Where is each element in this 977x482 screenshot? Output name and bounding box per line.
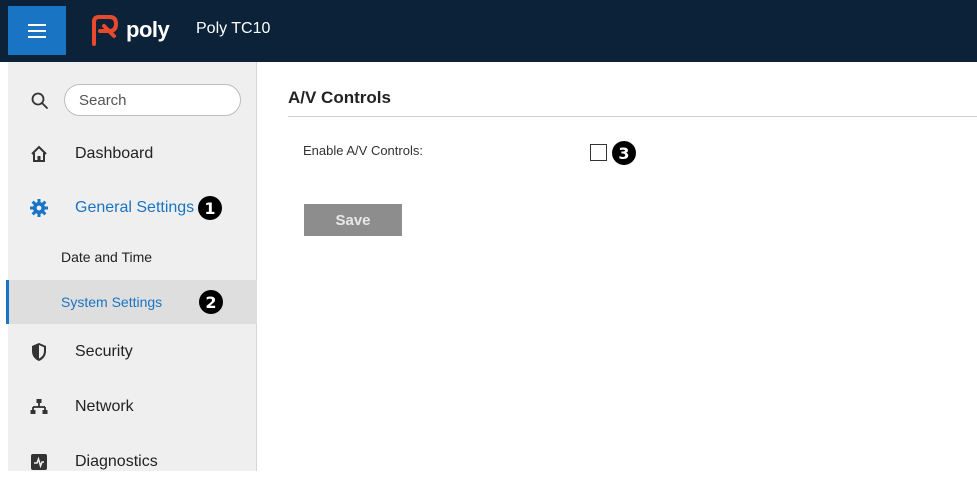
- gear-icon: [28, 197, 50, 219]
- sidebar-item-label: Network: [75, 398, 134, 415]
- sidebar-item-label: General Settings: [75, 199, 195, 216]
- device-name: Poly TC10: [196, 20, 271, 37]
- sidebar-item-general-settings[interactable]: General Settings 1: [8, 188, 257, 228]
- shield-icon: [28, 341, 50, 363]
- diagnostics-icon: [28, 451, 50, 473]
- callout-badge: 1: [198, 196, 222, 220]
- callout-badge: 2: [199, 290, 223, 314]
- sidebar-item-diagnostics[interactable]: Diagnostics: [8, 442, 257, 482]
- save-button[interactable]: Save: [304, 204, 402, 236]
- sidebar-subitem-system-settings[interactable]: System Settings 2: [6, 280, 257, 324]
- callout-badge: 3: [612, 141, 636, 165]
- home-icon: [28, 143, 50, 165]
- sidebar-item-label: Diagnostics: [75, 453, 158, 470]
- search-row: [8, 84, 257, 118]
- sidebar-subitem-label: System Settings: [61, 294, 163, 310]
- network-icon: [28, 396, 50, 418]
- sidebar: Dashboard General Settings 1: [6, 62, 257, 471]
- top-bar: poly Poly TC10: [0, 0, 977, 62]
- divider: [288, 116, 977, 117]
- sidebar-subitem-date-and-time[interactable]: Date and Time: [8, 235, 257, 279]
- sidebar-subitem-label: Date and Time: [61, 249, 153, 265]
- sidebar-item-network[interactable]: Network: [8, 387, 257, 427]
- enable-av-controls-checkbox[interactable]: [590, 144, 607, 161]
- selection-indicator: [6, 280, 9, 324]
- frame-edge: [0, 62, 8, 471]
- search-input[interactable]: [64, 84, 241, 116]
- hamburger-menu-icon: [28, 23, 46, 38]
- poly-logo: poly: [90, 12, 170, 48]
- sidebar-item-security[interactable]: Security: [8, 332, 257, 372]
- sidebar-item-dashboard[interactable]: Dashboard: [8, 134, 257, 174]
- sidebar-item-label: Dashboard: [75, 145, 154, 162]
- poly-logo-mark-icon: [92, 15, 119, 46]
- menu-button[interactable]: [8, 6, 66, 55]
- enable-av-controls-label: Enable A/V Controls:: [303, 143, 423, 158]
- page-title: A/V Controls: [288, 88, 391, 107]
- logo-text: poly: [126, 17, 170, 42]
- search-icon: [31, 92, 48, 109]
- main-content: A/V Controls Enable A/V Controls: 3 Save: [258, 62, 977, 471]
- sidebar-item-label: Security: [75, 343, 133, 360]
